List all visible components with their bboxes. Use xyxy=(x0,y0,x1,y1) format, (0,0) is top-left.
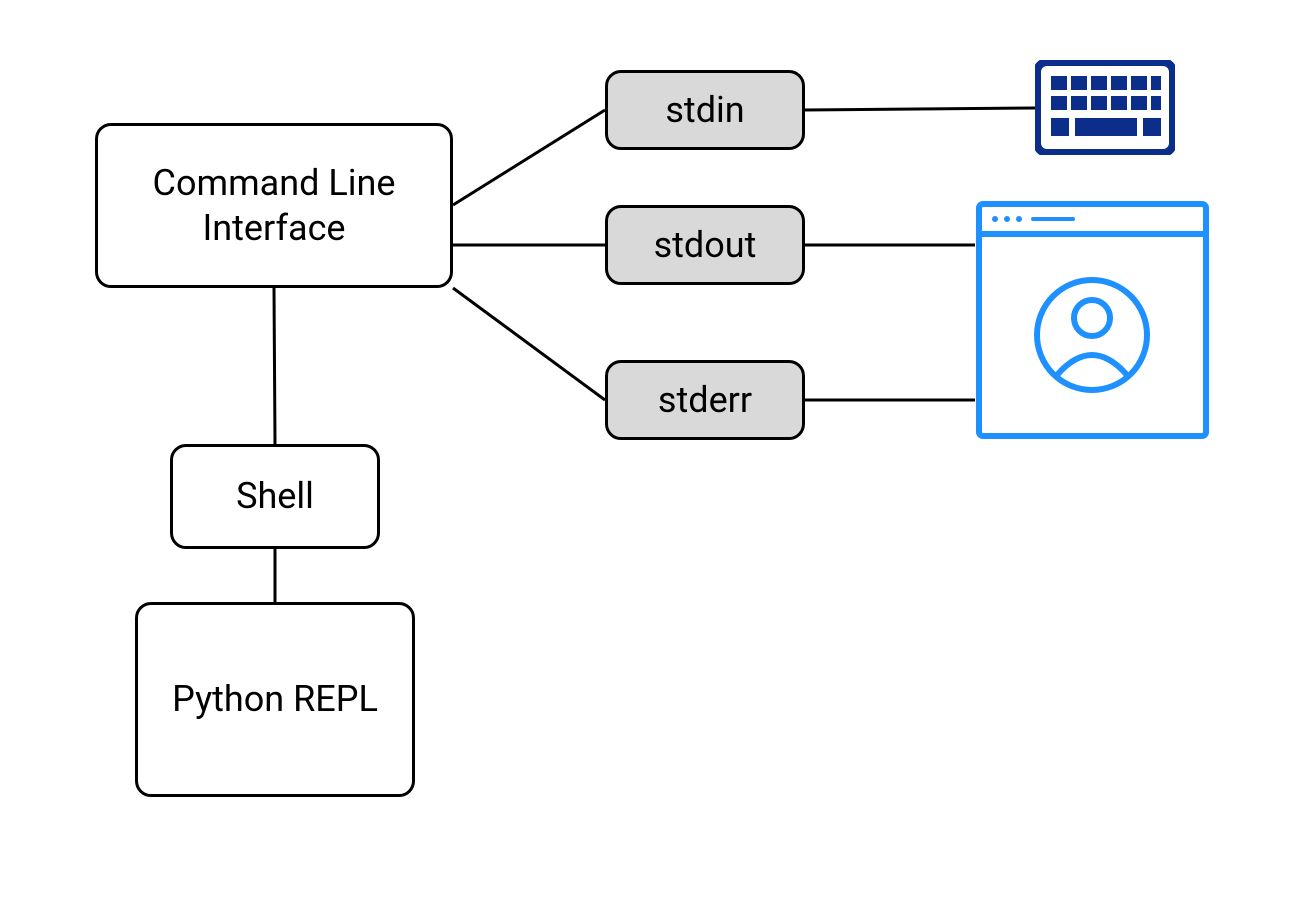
node-stdin: stdin xyxy=(605,70,805,150)
node-stdout: stdout xyxy=(605,205,805,285)
edge-stdin-keyboard xyxy=(805,108,1035,110)
terminal-window-icon xyxy=(975,200,1210,440)
diagram-canvas: Command Line Interface Shell Python REPL… xyxy=(0,0,1303,901)
node-stderr-label: stderr xyxy=(658,378,752,423)
edge-cli-shell xyxy=(274,288,275,444)
edge-cli-stderr xyxy=(453,288,605,400)
node-shell-label: Shell xyxy=(236,474,314,519)
node-cli-label: Command Line Interface xyxy=(116,161,432,251)
edge-cli-stdin xyxy=(453,110,605,205)
node-stdin-label: stdin xyxy=(665,88,744,133)
node-repl: Python REPL xyxy=(135,602,415,797)
node-stdout-label: stdout xyxy=(654,223,757,268)
keyboard-icon xyxy=(1035,60,1175,155)
node-shell: Shell xyxy=(170,444,380,549)
node-cli: Command Line Interface xyxy=(95,123,453,288)
node-repl-label: Python REPL xyxy=(172,677,378,722)
node-stderr: stderr xyxy=(605,360,805,440)
